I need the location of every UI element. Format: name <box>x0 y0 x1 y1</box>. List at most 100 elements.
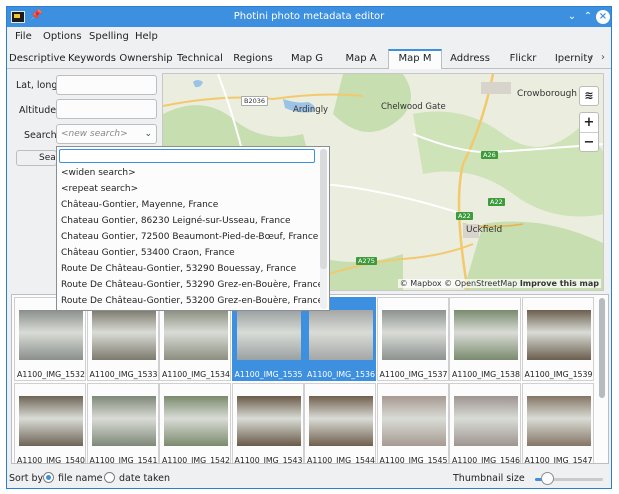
title-bar[interactable]: 📌 Photini photo metadata editor ⌄ ⌃ × <box>7 7 611 27</box>
dropdown-item[interactable]: Chateau Gontier, 72500 Beaumont-Pied-de-… <box>61 232 318 242</box>
thumbnail-image <box>526 310 591 360</box>
thumbnail[interactable]: A1100_IMG_1545 <box>376 383 449 464</box>
tab-map-g[interactable]: Map G <box>281 49 333 69</box>
sort-date-taken-label[interactable]: date taken <box>119 473 170 484</box>
close-icon[interactable]: × <box>596 10 610 24</box>
sort-by-label: Sort by <box>9 473 44 484</box>
status-bar: Sort by file name date taken Thumbnail s… <box>7 467 611 489</box>
thumbnail-size-label: Thumbnail size <box>453 473 525 484</box>
thumbnail[interactable]: A1100_IMG_1544 <box>304 383 376 464</box>
thumbnail-caption: A1100_IMG_1534 <box>162 370 230 379</box>
lat-long-input[interactable] <box>56 75 157 95</box>
tab-ownership[interactable]: Ownership <box>119 49 173 69</box>
map-road-b2036: B2036 <box>241 96 269 106</box>
osm-link[interactable]: © OpenStreetMap <box>444 279 517 288</box>
thumbnail[interactable]: A1100_IMG_1543 <box>231 383 304 463</box>
dropdown-filter-input[interactable] <box>59 149 315 163</box>
dropdown-item[interactable]: Château-Gontier, Mayenne, France <box>61 200 218 210</box>
dropdown-item[interactable]: Château Gontier, 53400 Craon, France <box>61 248 235 258</box>
map-road-a22: A22 <box>488 198 505 206</box>
search-placeholder: <new search> <box>61 129 128 139</box>
thumbnail[interactable]: A1100_IMG_1547 <box>521 383 594 463</box>
mapbox-link[interactable]: © Mapbox <box>400 279 442 288</box>
thumbnail[interactable]: A1100_IMG_1540 <box>14 383 86 464</box>
dropdown-item[interactable]: Route De Château-Gontier, 53290 Bouessay… <box>61 264 296 274</box>
tab-keywords[interactable]: Keywords <box>67 49 117 69</box>
tab-map-a[interactable]: Map A <box>335 49 387 69</box>
menu-file[interactable]: File <box>15 31 32 42</box>
tab-scroll-left-icon[interactable]: ‹ <box>589 52 593 63</box>
menu-help[interactable]: Help <box>135 31 158 42</box>
dropdown-item[interactable]: <repeat search> <box>61 184 138 194</box>
dropdown-item[interactable]: Route De Château-Gontier, 53290 Grez-en-… <box>61 280 323 290</box>
menu-options[interactable]: Options <box>43 31 82 42</box>
tab-descriptive[interactable]: Descriptive <box>9 49 66 69</box>
thumbnail-image <box>381 310 446 360</box>
zoom-out-button[interactable]: − <box>580 132 598 152</box>
tab-address[interactable]: Address <box>444 49 496 69</box>
menu-spelling[interactable]: Spelling <box>89 31 129 42</box>
altitude-input[interactable] <box>56 99 157 119</box>
improve-map-link[interactable]: Improve this map <box>520 279 599 288</box>
thumbnail-image <box>309 310 373 360</box>
dropdown-scrollbar[interactable] <box>320 149 327 269</box>
dropdown-item[interactable]: Route De Château-Gontier, 53200 Grez-en-… <box>61 296 323 306</box>
thumbnail-caption: A1100_IMG_1538 <box>452 370 520 379</box>
thumbnail-image <box>19 310 83 360</box>
maximize-icon[interactable]: ⌃ <box>581 10 595 24</box>
sort-file-name-label[interactable]: file name <box>58 473 102 484</box>
map-place-chelwood-gate: Chelwood Gate <box>381 102 446 112</box>
thumbnail-image <box>19 396 83 446</box>
chevron-down-icon: ⌄ <box>144 129 152 139</box>
zoom-controls: + − <box>579 112 599 152</box>
thumbnail-image <box>91 396 156 446</box>
thumbnail[interactable]: A1100_IMG_1537 <box>376 297 449 381</box>
thumbnail[interactable]: A1100_IMG_1541 <box>86 383 159 464</box>
thumbnail-image <box>309 396 373 446</box>
thumbnail[interactable]: A1100_IMG_1538 <box>449 297 521 381</box>
layers-icon[interactable]: ≋ <box>579 86 599 106</box>
thumbnail-caption: A1100_IMG_1542 <box>162 456 230 464</box>
search-combo[interactable]: <new search> ⌄ <box>56 124 157 144</box>
menu-bar: File Options Spelling Help <box>7 27 611 47</box>
main-window: 📌 Photini photo metadata editor ⌄ ⌃ × Fi… <box>6 6 612 489</box>
map-place-crowborough: Crowborough <box>517 89 578 99</box>
dropdown-item[interactable]: Chateau Gontier, 86230 Leigné-sur-Usseau… <box>61 216 291 226</box>
search-button[interactable]: Search <box>16 150 57 166</box>
tab-regions[interactable]: Regions <box>227 49 279 69</box>
thumbnail[interactable]: A1100_IMG_1542 <box>159 383 231 464</box>
map-road-a22-south: A22 <box>456 212 473 220</box>
thumbnail-caption: A1100_IMG_1532 <box>17 370 85 379</box>
zoom-in-button[interactable]: + <box>580 113 598 132</box>
thumbnail-caption: A1100_IMG_1545 <box>379 456 448 464</box>
thumbnail-caption: A1100_IMG_1544 <box>307 456 375 464</box>
thumbnail-image <box>164 396 228 446</box>
sort-file-name-radio[interactable] <box>43 472 54 483</box>
thumbnail[interactable]: A1100_IMG_1546 <box>449 383 521 464</box>
map-road-a26: A26 <box>481 151 498 159</box>
thumbnail-caption: A1100_IMG_1546 <box>452 456 520 464</box>
tab-map-m[interactable]: Map M <box>388 49 442 69</box>
thumbnail-caption: A1100_IMG_1539 <box>524 370 593 379</box>
search-label: Search <box>24 130 57 141</box>
tab-technical[interactable]: Technical <box>175 49 225 69</box>
thumbnail-image <box>526 396 591 446</box>
thumbnail-caption: A1100_IMG_1541 <box>89 456 158 464</box>
thumbnail-image <box>164 310 228 360</box>
thumbnail[interactable]: A1100_IMG_1539 <box>521 297 594 381</box>
window-title: Photini photo metadata editor <box>233 11 385 22</box>
tab-flickr[interactable]: Flickr <box>498 49 548 69</box>
dropdown-item[interactable]: <widen search> <box>61 168 136 178</box>
thumbnail-caption: A1100_IMG_1540 <box>17 456 85 464</box>
shade-icon[interactable]: ⌄ <box>565 10 579 24</box>
tab-scroll-right-icon[interactable]: › <box>601 52 605 63</box>
map-place-uckfield: Uckfield <box>466 225 503 235</box>
map-attribution: © Mapbox © OpenStreetMap Improve this ma… <box>397 279 601 288</box>
sort-date-taken-radio[interactable] <box>104 472 115 483</box>
thumbnail-image <box>454 396 518 446</box>
thumbnail-image <box>381 396 446 446</box>
thumbnail-size-handle[interactable] <box>541 472 555 485</box>
grid-scrollbar[interactable] <box>599 298 605 398</box>
altitude-label: Altitude <box>19 105 57 116</box>
thumbnail-image <box>454 310 518 360</box>
